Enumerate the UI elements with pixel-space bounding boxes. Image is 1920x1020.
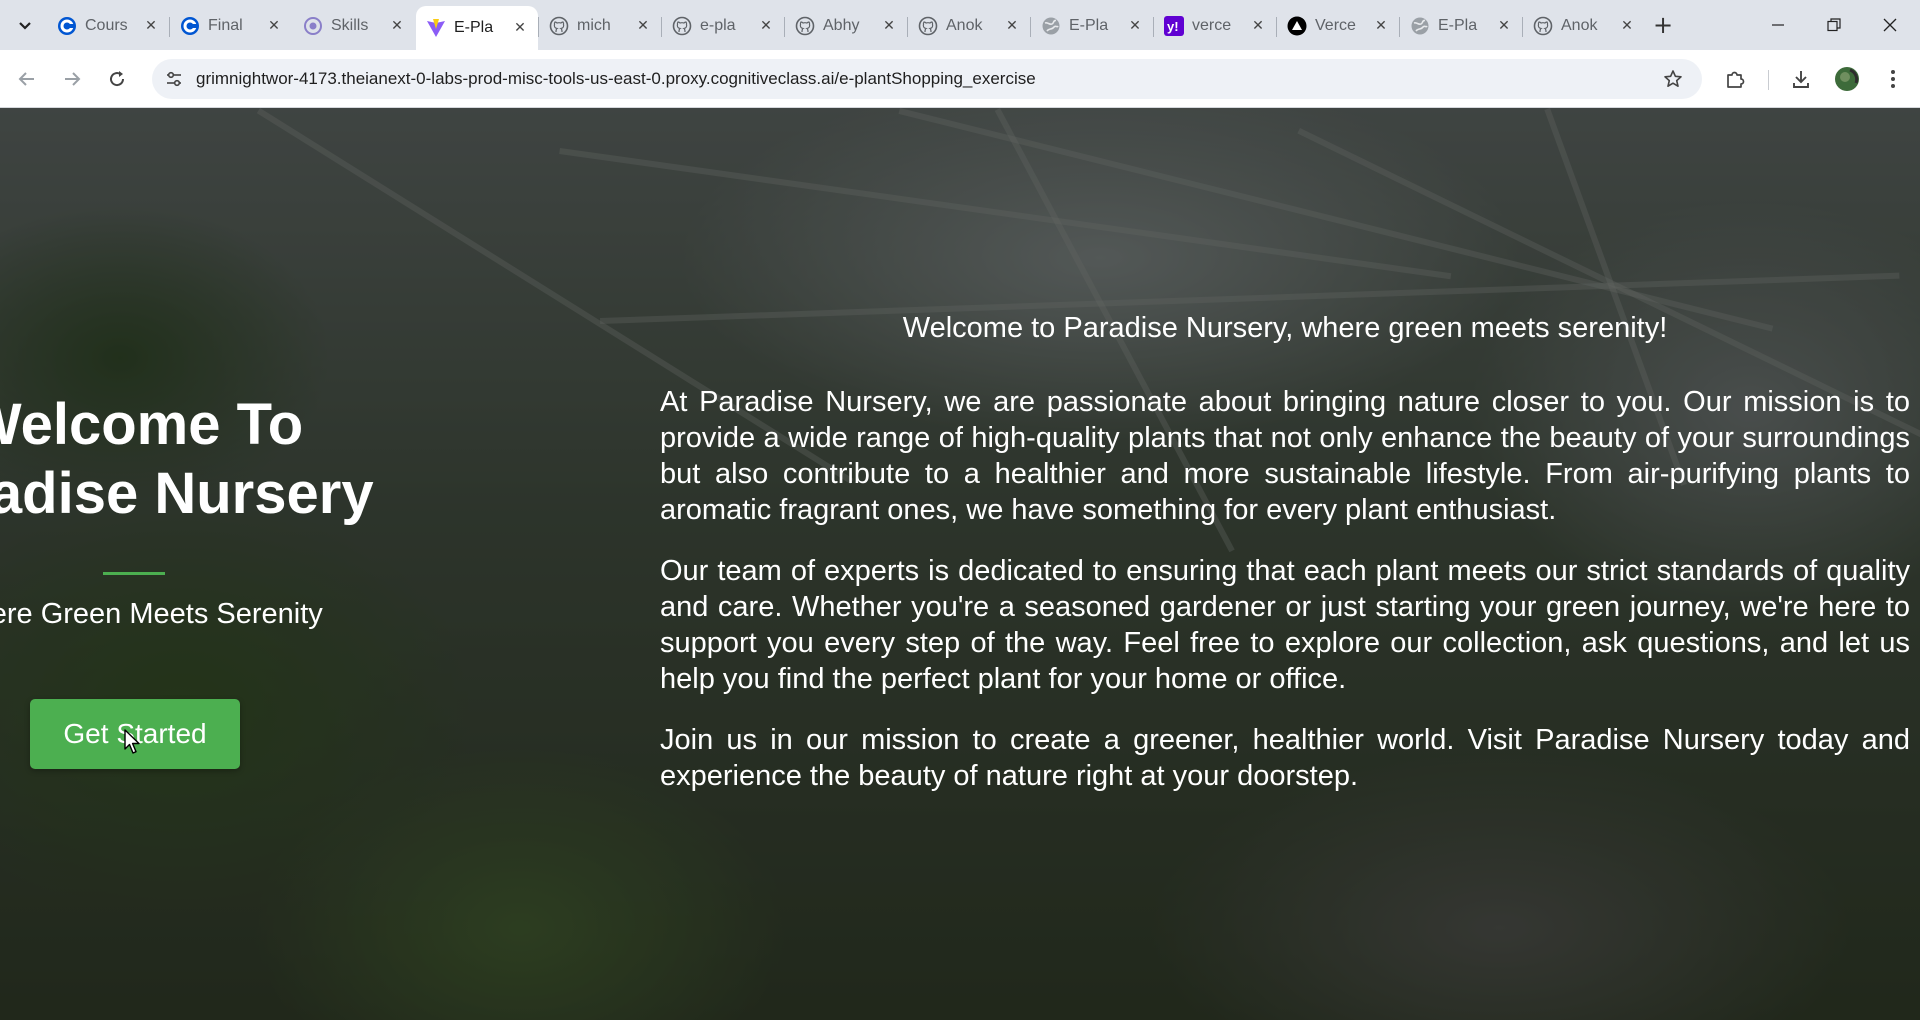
landing-page: Welcome To Paradise Nursery Where Green … — [0, 108, 1920, 1020]
hero-divider — [103, 572, 165, 575]
new-tab-button[interactable]: + — [1649, 11, 1677, 39]
close-tab-icon[interactable]: ✕ — [141, 16, 161, 36]
globe-icon — [1410, 16, 1430, 36]
github-icon — [1533, 16, 1553, 36]
restore-icon — [1827, 18, 1841, 32]
close-tab-icon[interactable]: ✕ — [1494, 16, 1514, 36]
tab-strip: Cours ✕ Final ✕ Skills ✕ E-Pla ✕ mich ✕ e-pla ✕ Abhy… — [0, 0, 1920, 50]
tab-title: E-Pla — [454, 19, 494, 36]
tab-title: Final — [208, 16, 243, 34]
close-tab-icon[interactable]: ✕ — [633, 16, 653, 36]
about-paragraph-3: Join us in our mission to create a green… — [660, 724, 1910, 792]
downloads-button[interactable] — [1786, 64, 1816, 94]
browser-tab[interactable]: Cours ✕ — [47, 6, 169, 45]
hero-tagline: Where Green Meets Serenity — [0, 598, 323, 630]
chevron-down-icon — [19, 21, 31, 30]
back-button[interactable] — [10, 62, 44, 96]
mouse-cursor-icon — [124, 729, 140, 754]
browser-menu-button[interactable] — [1878, 64, 1908, 94]
tab-title: verce — [1192, 16, 1232, 34]
close-tab-icon[interactable]: ✕ — [1248, 16, 1268, 36]
more-vertical-icon — [1891, 70, 1895, 88]
tab-title: mich — [577, 16, 611, 34]
reload-button[interactable] — [100, 62, 134, 96]
close-tab-icon[interactable]: ✕ — [510, 18, 530, 38]
tab-search-button[interactable] — [8, 12, 42, 39]
browser-tab[interactable]: y! verce ✕ — [1154, 6, 1276, 45]
reload-icon — [110, 71, 125, 87]
about-heading: Welcome to Paradise Nursery, where green… — [902, 312, 1668, 344]
restore-button[interactable] — [1806, 0, 1862, 50]
coursera-icon — [180, 16, 200, 36]
close-tab-icon[interactable]: ✕ — [1002, 16, 1022, 36]
vite-icon — [426, 18, 446, 38]
about-paragraph-2: Our team of experts is dedicated to ensu… — [660, 555, 1910, 695]
bookmark-button[interactable] — [1660, 66, 1686, 92]
minimize-icon — [1772, 24, 1784, 26]
tab-title: Skills — [331, 16, 369, 34]
browser-tab[interactable]: mich ✕ — [539, 6, 661, 45]
arrow-left-icon — [18, 72, 34, 86]
star-icon — [1664, 70, 1682, 87]
site-info-button[interactable] — [160, 65, 188, 93]
tab-title: Anok — [1561, 16, 1598, 34]
browser-tab[interactable]: Anok ✕ — [1523, 6, 1645, 45]
browser-tab[interactable]: e-pla ✕ — [662, 6, 784, 45]
tab-title: Verce — [1315, 16, 1356, 34]
close-tab-icon[interactable]: ✕ — [1125, 16, 1145, 36]
puzzle-icon — [1727, 71, 1745, 88]
hero-title: Welcome To Paradise Nursery — [0, 390, 520, 528]
skills-network-icon — [303, 16, 323, 36]
github-icon — [795, 16, 815, 36]
arrow-right-icon — [65, 72, 81, 86]
url-text[interactable]: grimnightwor-4173.theianext-0-labs-prod-… — [196, 69, 1036, 89]
github-icon — [672, 16, 692, 36]
browser-tab-active[interactable]: E-Pla ✕ — [416, 6, 538, 50]
forward-button[interactable] — [55, 62, 89, 96]
about-paragraph-1: At Paradise Nursery, we are passionate a… — [660, 386, 1910, 526]
vercel-icon — [1287, 16, 1307, 36]
close-icon — [1883, 18, 1897, 32]
yahoo-icon: y! — [1164, 15, 1184, 36]
minimize-button[interactable] — [1750, 0, 1806, 50]
tab-title: E-Pla — [1438, 16, 1478, 34]
avatar-icon — [1835, 67, 1859, 91]
close-tab-icon[interactable]: ✕ — [387, 16, 407, 36]
extensions-button[interactable] — [1720, 64, 1750, 94]
close-tab-icon[interactable]: ✕ — [756, 16, 776, 36]
github-icon — [918, 16, 938, 36]
browser-tab[interactable]: Skills ✕ — [293, 6, 415, 45]
close-tab-icon[interactable]: ✕ — [879, 16, 899, 36]
close-tab-icon[interactable]: ✕ — [1617, 16, 1637, 36]
browser-tab[interactable]: E-Pla ✕ — [1031, 6, 1153, 45]
browser-tab[interactable]: Final ✕ — [170, 6, 292, 45]
tune-icon — [167, 71, 181, 87]
svg-text:y!: y! — [1167, 19, 1179, 34]
close-tab-icon[interactable]: ✕ — [1371, 16, 1391, 36]
close-tab-icon[interactable]: ✕ — [264, 16, 284, 36]
github-icon — [549, 16, 569, 36]
tab-title: E-Pla — [1069, 16, 1109, 34]
tab-title: e-pla — [700, 16, 736, 34]
browser-toolbar: grimnightwor-4173.theianext-0-labs-prod-… — [0, 50, 1920, 108]
browser-tab[interactable]: E-Pla ✕ — [1400, 6, 1522, 45]
tab-title: Cours — [85, 16, 128, 34]
coursera-icon — [57, 16, 77, 36]
browser-tab[interactable]: Anok ✕ — [908, 6, 1030, 45]
browser-tab[interactable]: Abhy ✕ — [785, 6, 907, 45]
globe-icon — [1041, 16, 1061, 36]
hero-title-line1: Welcome To — [0, 392, 304, 457]
address-bar[interactable]: grimnightwor-4173.theianext-0-labs-prod-… — [152, 59, 1702, 99]
download-icon — [1793, 71, 1809, 88]
hero-title-line2: Paradise Nursery — [0, 461, 374, 526]
toolbar-divider — [1768, 70, 1769, 90]
tab-title: Anok — [946, 16, 983, 34]
profile-avatar[interactable] — [1832, 64, 1862, 94]
browser-tab[interactable]: Verce ✕ — [1277, 6, 1399, 45]
close-window-button[interactable] — [1862, 0, 1918, 50]
tab-title: Abhy — [823, 16, 860, 34]
